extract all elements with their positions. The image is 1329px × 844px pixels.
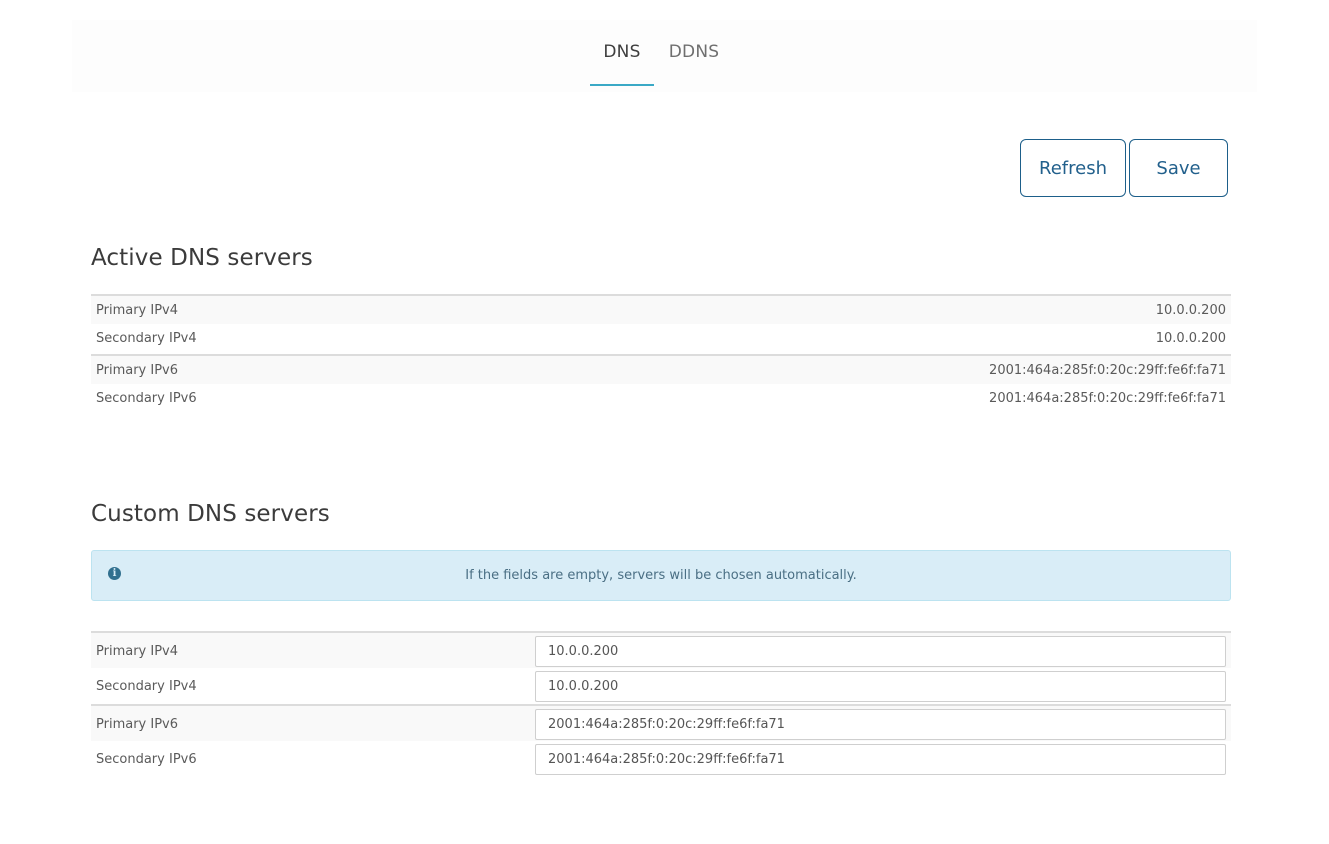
row-label: Primary IPv4 [96, 644, 179, 659]
row-label: Secondary IPv6 [96, 391, 197, 406]
primary-ipv4-input[interactable] [535, 636, 1226, 667]
row-value: 2001:464a:285f:0:20c:29ff:fe6f:fa71 [989, 363, 1226, 378]
save-button[interactable]: Save [1129, 139, 1228, 197]
table-row: Secondary IPv4 [91, 668, 1231, 705]
row-value: 10.0.0.200 [1155, 303, 1226, 318]
secondary-ipv4-input[interactable] [535, 670, 1226, 702]
refresh-button[interactable]: Refresh [1020, 139, 1126, 197]
custom-dns-title: Custom DNS servers [91, 501, 330, 527]
table-row: Secondary IPv6 [91, 741, 1231, 778]
active-dns-table: Primary IPv4 10.0.0.200 Secondary IPv4 1… [91, 294, 1231, 414]
dns-settings-page: DNS DDNS Refresh Save Active DNS servers… [0, 0, 1329, 844]
secondary-ipv6-input[interactable] [535, 743, 1226, 775]
table-row: Primary IPv6 [91, 704, 1231, 741]
table-row: Primary IPv6 2001:464a:285f:0:20c:29ff:f… [91, 354, 1231, 384]
info-message: If the fields are empty, servers will be… [465, 568, 857, 583]
tab-ddns[interactable]: DDNS [664, 42, 724, 84]
row-label: Primary IPv6 [96, 363, 179, 378]
table-row: Primary IPv4 [91, 631, 1231, 668]
custom-dns-table: Primary IPv4 Secondary IPv4 Primary IPv6… [91, 631, 1231, 777]
row-label: Primary IPv6 [96, 717, 179, 732]
row-label: Secondary IPv4 [96, 331, 197, 346]
row-label: Secondary IPv6 [96, 751, 197, 767]
tab-dns[interactable]: DNS [590, 42, 654, 86]
row-value: 10.0.0.200 [1155, 331, 1226, 346]
row-label: Secondary IPv4 [96, 678, 197, 694]
table-row: Secondary IPv4 10.0.0.200 [91, 324, 1231, 354]
primary-ipv6-input[interactable] [535, 709, 1226, 740]
info-alert: i If the fields are empty, servers will … [91, 550, 1231, 601]
table-row: Primary IPv4 10.0.0.200 [91, 294, 1231, 324]
row-value: 2001:464a:285f:0:20c:29ff:fe6f:fa71 [989, 391, 1226, 406]
row-label: Primary IPv4 [96, 303, 179, 318]
active-dns-title: Active DNS servers [91, 245, 313, 271]
tab-bar: DNS DDNS [72, 20, 1257, 92]
table-row: Secondary IPv6 2001:464a:285f:0:20c:29ff… [91, 384, 1231, 414]
